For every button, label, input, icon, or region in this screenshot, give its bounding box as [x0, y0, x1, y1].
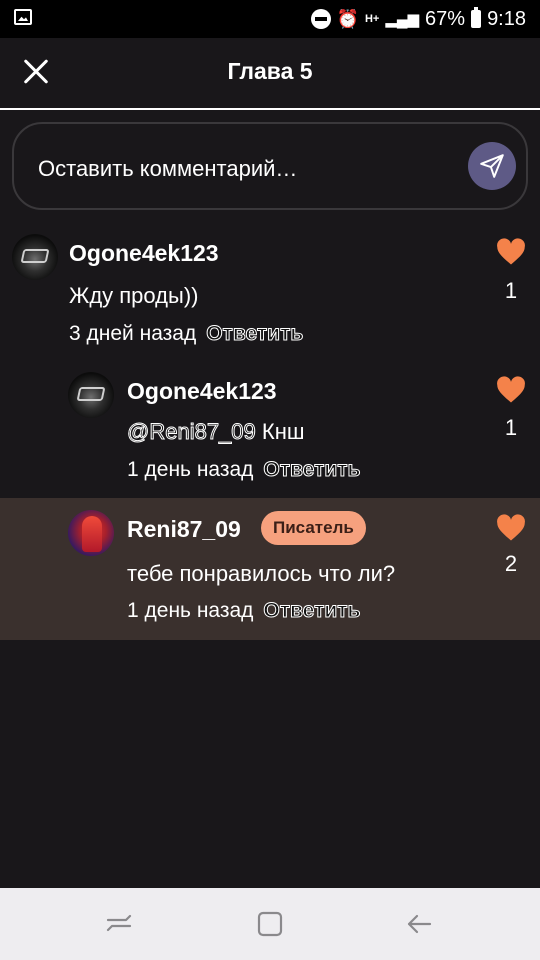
signal-icon: ▂▄▆: [385, 10, 420, 28]
heart-icon[interactable]: [496, 514, 526, 542]
do-not-disturb-icon: [310, 9, 331, 29]
clock: 9:18: [487, 7, 526, 30]
like-count: 1: [504, 278, 518, 303]
page-title: Глава 5: [227, 58, 313, 84]
back-icon[interactable]: [400, 908, 440, 940]
header: Глава 5: [0, 38, 540, 108]
comment-item: Ogone4ek123 @Reni87_09 Кнш 1 день назад О…: [0, 360, 540, 494]
like-count: 1: [504, 415, 518, 440]
comment-body: Кнш: [261, 419, 305, 444]
battery-icon: [471, 7, 482, 28]
comment-item: Ogone4ek123 Жду проды)) 3 дней назад Отве…: [0, 222, 540, 356]
avatar[interactable]: [68, 510, 114, 556]
battery-percent: 67%: [425, 7, 466, 30]
home-icon[interactable]: [250, 908, 290, 940]
recent-apps-icon[interactable]: [100, 908, 140, 940]
like-count: 2: [504, 551, 518, 576]
comment-item-highlighted: Reni87_09 Писатель тебе понравилось что …: [0, 498, 540, 640]
heart-icon[interactable]: [496, 238, 526, 266]
comment-username[interactable]: Reni87_09: [127, 516, 241, 543]
comment-text: @Reni87_09 Кнш: [127, 419, 305, 445]
comment-input[interactable]: Оставить комментарий…: [12, 122, 528, 210]
heart-icon[interactable]: [496, 376, 526, 404]
avatar[interactable]: [68, 372, 114, 418]
comment-time: 1 день назад: [127, 599, 254, 622]
comment-username[interactable]: Ogone4ek123: [69, 240, 219, 267]
gallery-notification-icon: [14, 9, 32, 25]
header-divider: [0, 108, 540, 110]
status-bar: ⏰ H+ ▂▄▆ 67% 9:18: [0, 0, 540, 38]
system-nav-bar: [0, 888, 540, 960]
send-icon: [480, 154, 504, 178]
comment-text: Жду проды)): [69, 283, 199, 308]
comment-meta: 1 день назад Ответить: [127, 458, 361, 482]
alarm-icon: ⏰: [336, 9, 359, 29]
avatar[interactable]: [12, 234, 58, 280]
reply-button[interactable]: Ответить: [263, 458, 361, 482]
writer-badge: Писатель: [261, 511, 366, 545]
comment-username[interactable]: Ogone4ek123: [127, 378, 277, 405]
comment-time: 1 день назад: [127, 458, 254, 481]
comment-input-placeholder: Оставить комментарий…: [38, 156, 298, 181]
reply-button[interactable]: Ответить: [206, 322, 304, 346]
mention-link[interactable]: @Reni87_09: [127, 419, 257, 445]
comment-time: 3 дней назад: [69, 322, 197, 345]
comment-text: тебе понравилось что ли?: [127, 561, 396, 586]
comment-meta: 1 день назад Ответить: [127, 599, 361, 623]
network-type: H+: [364, 13, 380, 25]
send-button[interactable]: [468, 142, 516, 190]
comment-meta: 3 дней назад Ответить: [69, 322, 304, 346]
status-icons: ⏰ H+ ▂▄▆ 67% 9:18: [310, 7, 526, 31]
reply-button[interactable]: Ответить: [263, 599, 361, 623]
